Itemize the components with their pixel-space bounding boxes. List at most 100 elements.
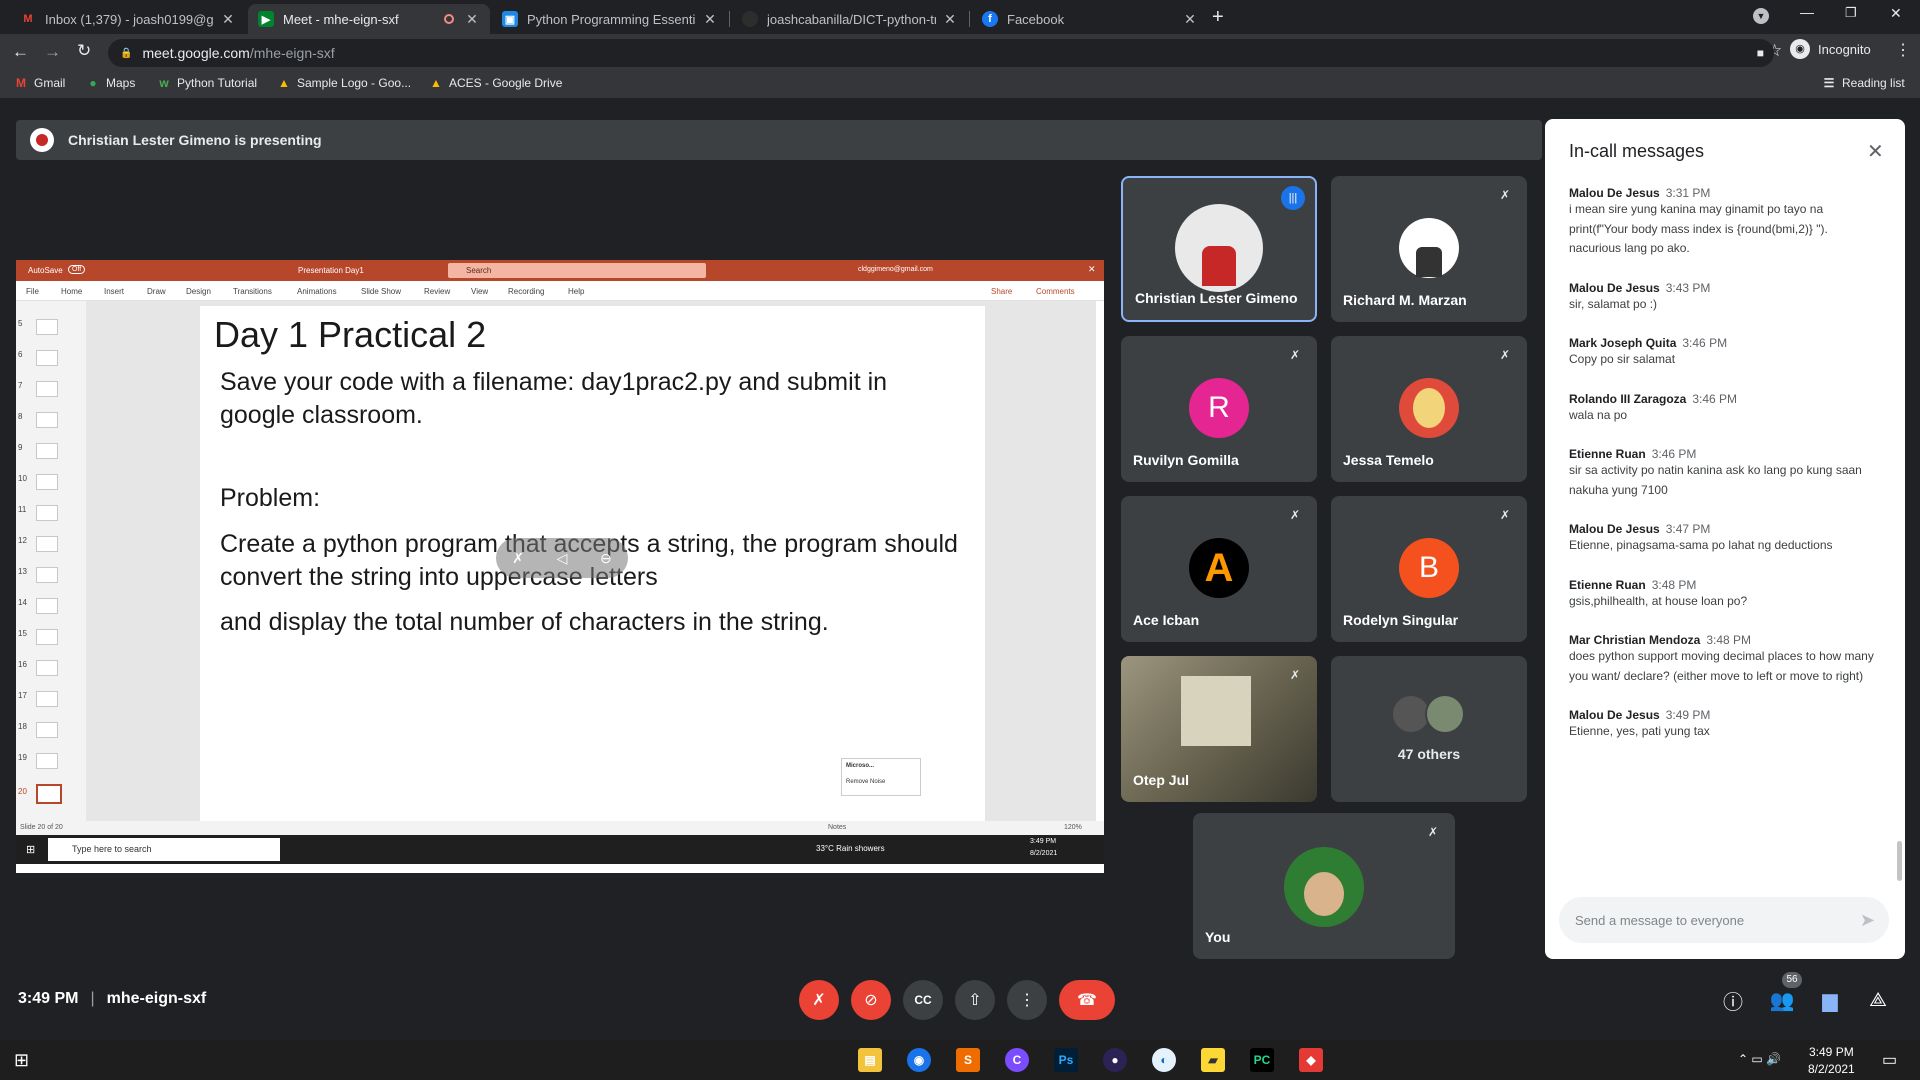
ppt-menu-file[interactable]: File [26,287,39,296]
participant-tile-ace[interactable]: A ✗ Ace Icban [1121,496,1317,642]
participant-tile-rodelyn[interactable]: B ✗ Rodelyn Singular [1331,496,1527,642]
sticky-notes-icon[interactable]: ▰ [1201,1048,1225,1072]
ppt-menu-design[interactable]: Design [186,287,211,296]
bookmark-gmail[interactable]: M Gmail [14,76,65,90]
ppt-menu-draw[interactable]: Draw [147,287,166,296]
ppt-menu-view[interactable]: View [471,287,488,296]
mic-off-icon[interactable]: ✗ [512,550,524,567]
ppt-menu-insert[interactable]: Insert [104,287,124,296]
slide-thumbnail[interactable] [36,474,58,490]
tab-github[interactable]: joashcabanilla/DICT-python-train ✕ [732,4,968,34]
new-tab-icon[interactable]: + [1212,6,1224,29]
tab-gmail[interactable]: M Inbox (1,379) - joash0199@gmai ✕ [10,4,246,34]
ppt-menu-transitions[interactable]: Transitions [233,287,272,296]
minimize-icon[interactable]: ⊖ [600,550,612,567]
participant-tile-christian[interactable]: ||| Christian Lester Gimeno [1121,176,1317,322]
slide-thumbnail[interactable] [36,660,58,676]
tab-facebook[interactable]: f Facebook ✕ [972,4,1208,34]
message-input[interactable]: Send a message to everyone ➤ [1559,897,1889,943]
ppt-menu-animations[interactable]: Animations [297,287,337,296]
participant-tile-others[interactable]: 47 others [1331,656,1527,802]
slide-thumbnail[interactable] [36,691,58,707]
notifications-icon[interactable]: ▭ [1882,1050,1897,1070]
camera-blocked-icon[interactable]: ■ [1757,46,1764,60]
ppt-menu-review[interactable]: Review [424,287,450,296]
file-explorer-icon[interactable]: ▤ [858,1048,882,1072]
reading-list-button[interactable]: ☰ Reading list [1822,76,1905,90]
git-icon[interactable]: ◆ [1299,1048,1323,1072]
close-icon[interactable]: ✕ [464,11,480,28]
autosave-toggle[interactable]: Off [68,265,86,274]
chrome-icon[interactable]: ◉ [907,1048,931,1072]
slide-thumbnail[interactable] [36,722,58,738]
menu-kebab-icon[interactable]: ⋮ [1895,40,1911,60]
camera-toggle-button[interactable]: ⊘ [851,980,891,1020]
ppt-menu-slideshow[interactable]: Slide Show [361,287,401,296]
slide-thumbnail[interactable] [36,629,58,645]
ppt-share-button[interactable]: Share [991,287,1012,296]
system-clock[interactable]: 3:49 PM 8/2/2021 [1808,1044,1855,1078]
profile-button[interactable]: ◉ Incognito [1790,39,1871,59]
tab-classroom[interactable]: ▣ Python Programming Essential C ✕ [492,4,728,34]
sublime-icon[interactable]: S [956,1048,980,1072]
slide-thumbnail-selected[interactable] [36,784,62,804]
participant-tile-richard[interactable]: ✗ Richard M. Marzan [1331,176,1527,322]
ppt-comments-button[interactable]: Comments [1036,287,1075,296]
ppt-close-icon[interactable]: ✕ [1088,264,1096,275]
ppt-menu-recording[interactable]: Recording [508,287,544,296]
ppt-menu-home[interactable]: Home [61,287,82,296]
pycharm-icon[interactable]: PC [1250,1048,1274,1072]
slide-thumbnail[interactable] [36,350,58,366]
photoshop-icon[interactable]: Ps [1054,1048,1078,1072]
mic-toggle-button[interactable]: ✗ [799,980,839,1020]
tab-search-icon[interactable]: ▼ [1753,8,1769,24]
eclipse-icon[interactable]: C [1005,1048,1029,1072]
close-icon[interactable]: ✕ [942,11,958,28]
back-icon[interactable]: ← [12,42,29,62]
meeting-details-button[interactable]: ⓘ [1713,980,1753,1020]
app-icon[interactable]: ◐ [1152,1048,1176,1072]
more-options-button[interactable]: ⋮ [1007,980,1047,1020]
tab-meet[interactable]: ▶ Meet - mhe-eign-sxf ✕ [248,4,490,34]
participant-tile-jessa[interactable]: ✗ Jessa Temelo [1331,336,1527,482]
activities-button[interactable]: ⟁ [1858,980,1898,1020]
bookmark-aces-drive[interactable]: ▲ ACES - Google Drive [429,76,562,90]
system-tray-icons[interactable]: ⌃ ▭ 🔊 [1738,1052,1781,1066]
reload-icon[interactable]: ↻ [77,41,91,61]
eclipse-ide-icon[interactable]: ● [1103,1048,1127,1072]
bookmark-maps[interactable]: ● Maps [86,76,135,90]
minimize-icon[interactable]: — [1800,4,1814,20]
message-scrollbar[interactable] [1897,841,1902,881]
window-close-icon[interactable]: ✕ [1890,5,1902,22]
slide-thumbnail[interactable] [36,381,58,397]
close-icon[interactable]: ✕ [220,11,236,28]
notes-button[interactable]: Notes [828,824,846,831]
ppt-search-box[interactable]: Search [448,263,706,278]
mute-icon[interactable]: ◁ [557,550,568,567]
participant-tile-you[interactable]: ✗ You [1193,813,1455,959]
slide-thumbnail[interactable] [36,753,58,769]
leave-call-button[interactable]: ☎ [1059,980,1115,1020]
present-button[interactable]: ⇧ [955,980,995,1020]
slide-thumbnail[interactable] [36,505,58,521]
bookmark-sample-logo[interactable]: ▲ Sample Logo - Goo... [277,76,411,90]
send-icon[interactable]: ➤ [1860,910,1875,931]
participant-tile-ruvilyn[interactable]: R ✗ Ruvilyn Gomilla [1121,336,1317,482]
restore-icon[interactable]: ❐ [1845,5,1857,21]
close-icon[interactable]: ✕ [1867,139,1884,164]
ppt-menu-help[interactable]: Help [568,287,584,296]
slide-thumbnail[interactable] [36,412,58,428]
participant-tile-otep[interactable]: ✗ Otep Jul [1121,656,1317,802]
close-icon[interactable]: ✕ [1182,11,1198,28]
address-bar[interactable]: 🔒 meet.google.com/mhe-eign-sxf ■ [108,39,1774,67]
close-icon[interactable]: ✕ [702,11,718,28]
windows-start-icon[interactable]: ⊞ [14,1050,29,1071]
slide-thumbnail[interactable] [36,443,58,459]
bookmark-python-tutorial[interactable]: w Python Tutorial [157,76,257,90]
slide-thumbnail[interactable] [36,536,58,552]
slide-thumbnail[interactable] [36,567,58,583]
forward-icon[interactable]: → [44,42,61,62]
captions-button[interactable]: CC [903,980,943,1020]
slide-thumbnail[interactable] [36,319,58,335]
chat-button[interactable]: ▆ [1810,980,1850,1020]
